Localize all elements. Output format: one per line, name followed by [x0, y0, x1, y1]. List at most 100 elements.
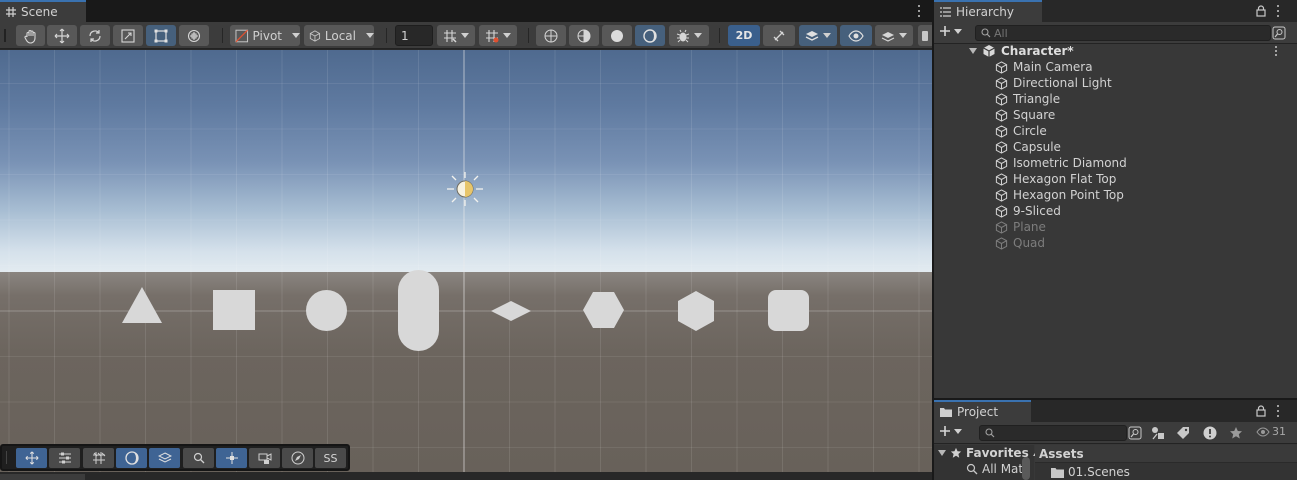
hidden-packages-toggle[interactable]: 31 — [1256, 425, 1286, 438]
rect-tool-button[interactable] — [146, 25, 176, 46]
hierarchy-search-input[interactable] — [994, 26, 1266, 40]
local-dropdown[interactable]: Local — [304, 25, 374, 46]
hierarchy-item[interactable]: Hexagon Point Top — [995, 187, 1124, 203]
overlay-ss-button[interactable]: SS — [315, 448, 346, 468]
hierarchy-search-box[interactable] — [975, 25, 1271, 41]
light-off-icon — [773, 30, 785, 41]
project-search-input[interactable] — [998, 426, 1122, 440]
project-create-dropdown[interactable] — [939, 425, 962, 437]
root-menu-icon[interactable] — [1274, 45, 1278, 57]
overlay-grid-button[interactable] — [83, 448, 114, 468]
circle-sprite[interactable] — [306, 290, 347, 331]
filter-by-type-icon[interactable] — [1151, 426, 1165, 440]
search-scope-icon[interactable] — [1128, 426, 1142, 440]
create-dropdown[interactable] — [939, 25, 962, 37]
fx-dropdown[interactable] — [799, 25, 837, 46]
draw-mode-unlit-button[interactable] — [635, 25, 665, 46]
grid-visibility-dropdown[interactable] — [437, 25, 475, 46]
hexagon-point-top-sprite[interactable] — [676, 290, 716, 332]
directional-light-gizmo-icon[interactable] — [446, 171, 484, 207]
search-icon — [966, 463, 978, 475]
hexagon-flat-top-sprite[interactable] — [582, 291, 625, 329]
isometric-diamond-sprite[interactable] — [490, 300, 532, 322]
hierarchy-item[interactable]: Plane — [995, 219, 1046, 235]
toggle-2d-button[interactable]: 2D — [728, 25, 760, 46]
move-arrows-icon — [54, 28, 70, 43]
move-tool-button[interactable] — [47, 25, 77, 46]
layers-dropdown[interactable] — [875, 25, 913, 46]
transform-icon — [187, 29, 201, 42]
toolbar-grip[interactable] — [4, 29, 6, 42]
lighting-toggle-button[interactable] — [763, 25, 795, 46]
capsule-sprite[interactable] — [398, 270, 439, 351]
star-icon[interactable] — [1229, 426, 1243, 440]
tag-icon[interactable] — [1176, 426, 1190, 440]
overlay-search-button[interactable] — [183, 448, 214, 468]
scale-tool-button[interactable] — [113, 25, 143, 46]
chevron-down-icon — [292, 33, 300, 38]
hierarchy-item[interactable]: Capsule — [995, 139, 1061, 155]
draw-mode-shaded-button[interactable] — [602, 25, 632, 46]
overlay-camera-button[interactable] — [249, 448, 280, 468]
triangle-sprite[interactable] — [121, 286, 163, 324]
overlay-lighting-button[interactable] — [116, 448, 147, 468]
draw-mode-shaded-wireframe-button[interactable] — [569, 25, 599, 46]
debug-draw-mode-dropdown[interactable] — [669, 25, 709, 46]
scene-menu-icon[interactable] — [914, 3, 924, 19]
gameobject-cube-icon — [995, 172, 1008, 186]
folder-scenes[interactable]: 01.Scenes — [1051, 465, 1130, 479]
hierarchy-item[interactable]: Isometric Diamond — [995, 155, 1127, 171]
hierarchy-root-scene[interactable]: Character* — [969, 43, 1074, 59]
hierarchy-item[interactable]: Circle — [995, 123, 1047, 139]
square-sprite[interactable] — [213, 290, 255, 330]
game-tab-stub[interactable] — [0, 474, 85, 480]
rotate-tool-button[interactable] — [80, 25, 110, 46]
search-scope-icon[interactable] — [1272, 26, 1286, 40]
grid-snap-increment-field[interactable]: 1 — [395, 25, 433, 46]
overlay-settings-button[interactable] — [49, 448, 80, 468]
chevron-down-icon — [823, 33, 831, 38]
scene-grid — [0, 50, 932, 472]
overlay-grip[interactable] — [6, 451, 8, 464]
assets-breadcrumb-label[interactable]: Assets — [1039, 447, 1084, 461]
hand-tool-button[interactable] — [16, 25, 45, 46]
gameobject-cube-icon — [995, 92, 1008, 106]
project-menu-icon[interactable] — [1273, 403, 1283, 419]
overflow-button[interactable] — [918, 25, 932, 46]
tab-project[interactable]: Project — [934, 400, 1031, 422]
nine-sliced-sprite[interactable] — [768, 290, 809, 331]
hierarchy-item[interactable]: Main Camera — [995, 59, 1093, 75]
pivot-dropdown[interactable]: Pivot — [230, 25, 300, 46]
overlay-move-button[interactable] — [16, 448, 47, 468]
tab-hierarchy[interactable]: Hierarchy — [934, 0, 1042, 22]
scene-panel: Scene Pivot Local 1 2D SS — [0, 0, 932, 480]
draw-mode-wireframe-button[interactable] — [536, 25, 566, 46]
grid-snapping-dropdown[interactable] — [479, 25, 517, 46]
lock-icon[interactable] — [1256, 5, 1266, 17]
overlay-pivot-button[interactable] — [216, 448, 247, 468]
favorite-all-materials[interactable]: All Mat — [966, 462, 1023, 476]
hierarchy-item-label: Plane — [1013, 220, 1046, 234]
transform-tool-button[interactable] — [179, 25, 209, 46]
chevron-down-icon — [694, 33, 702, 38]
hierarchy-item[interactable]: Triangle — [995, 91, 1060, 107]
hierarchy-menu-icon[interactable] — [1273, 3, 1283, 19]
hierarchy-item[interactable]: 9-Sliced — [995, 203, 1061, 219]
hierarchy-item[interactable]: Square — [995, 107, 1055, 123]
hierarchy-tab-bar: Hierarchy — [934, 0, 1297, 22]
tab-scene[interactable]: Scene — [0, 0, 86, 22]
grid-snap-value: 1 — [401, 28, 409, 43]
overlay-layers-button[interactable] — [149, 448, 180, 468]
hierarchy-item[interactable]: Directional Light — [995, 75, 1112, 91]
wireframe-sphere-icon — [544, 29, 558, 42]
project-search-box[interactable] — [979, 425, 1127, 441]
folder-scenes-label: 01.Scenes — [1068, 465, 1130, 479]
hierarchy-item[interactable]: Hexagon Flat Top — [995, 171, 1116, 187]
overlay-compass-button[interactable] — [282, 448, 313, 468]
folder-tree-scrollbar[interactable] — [1022, 457, 1030, 480]
scene-viewport[interactable] — [0, 50, 932, 472]
hierarchy-item[interactable]: Quad — [995, 235, 1045, 251]
warning-icon[interactable] — [1203, 426, 1217, 440]
scene-visibility-button[interactable] — [840, 25, 872, 46]
lock-icon[interactable] — [1256, 405, 1266, 417]
